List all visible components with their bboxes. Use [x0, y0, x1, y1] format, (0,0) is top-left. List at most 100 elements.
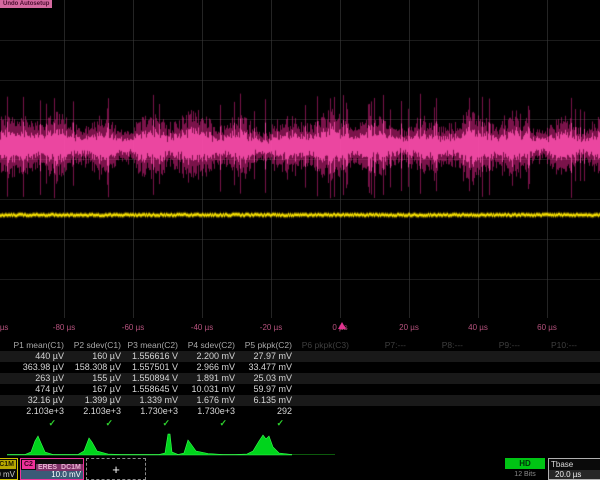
parameter-header[interactable]: P10:--- — [520, 340, 577, 351]
undo-autosetup-badge[interactable]: Undo Autosetup — [0, 0, 52, 8]
hd-mode-badge[interactable]: HD — [505, 458, 545, 469]
parameter-value — [463, 362, 520, 373]
timebase-label: Tbase — [549, 459, 600, 470]
parameter-value — [520, 351, 577, 362]
parameter-value — [577, 373, 600, 384]
parameter-value: 1.730e+3 — [178, 406, 235, 417]
parameter-value-row: 440 µV160 µV1.556616 V2.200 mV27.97 mV — [0, 351, 600, 362]
parameter-value: 1.676 mV — [178, 395, 235, 406]
parameter-status-check — [349, 417, 406, 429]
parameter-value: 25.03 mV — [235, 373, 292, 384]
parameter-value — [349, 373, 406, 384]
parameter-value: 33.477 mV — [235, 362, 292, 373]
parameter-value — [406, 351, 463, 362]
parameter-value — [577, 384, 600, 395]
parameter-status-check: ✓ — [121, 417, 178, 429]
c2-channel-badge: C2 — [22, 460, 35, 469]
parameter-histicon — [7, 430, 64, 457]
parameter-value — [577, 362, 600, 373]
parameter-value — [349, 406, 406, 417]
c1-scale-value: 0 mV — [0, 470, 17, 479]
parameter-status-check — [577, 417, 600, 429]
axis-tick-label: 60 µs — [537, 323, 557, 332]
parameter-value: 1.339 mV — [121, 395, 178, 406]
parameter-value — [406, 373, 463, 384]
parameter-value — [406, 362, 463, 373]
parameter-value — [463, 351, 520, 362]
parameter-header[interactable]: P2 sdev(C1) — [64, 340, 121, 351]
parameter-status-check — [520, 417, 577, 429]
measurement-table: P1 mean(C1)P2 sdev(C1)P3 mean(C2)P4 sdev… — [0, 340, 600, 429]
parameter-status-check: ✓ — [64, 417, 121, 429]
parameter-value — [463, 384, 520, 395]
resolution-label: 12 Bits — [505, 471, 545, 478]
timebase-value: 20.0 µs — [549, 470, 600, 479]
parameter-value: 263 µV — [7, 373, 64, 384]
axis-tick-label: -100 µs — [0, 323, 8, 332]
parameter-histicon — [235, 430, 292, 457]
parameter-value: 2.200 mV — [178, 351, 235, 362]
parameter-value — [577, 351, 600, 362]
parameter-header[interactable]: P8:--- — [406, 340, 463, 351]
parameter-value: 363.98 µV — [7, 362, 64, 373]
timebase-descriptor[interactable]: Tbase 20.0 µs — [548, 458, 600, 480]
parameter-value: 2.966 mV — [178, 362, 235, 373]
parameter-value — [463, 406, 520, 417]
c2-scale-value: 10.0 mV — [21, 470, 83, 479]
parameter-value — [520, 406, 577, 417]
parameter-value — [520, 395, 577, 406]
parameter-value: 160 µV — [64, 351, 121, 362]
parameter-value: 2.103e+3 — [64, 406, 121, 417]
parameter-value: 155 µV — [64, 373, 121, 384]
parameter-histicon — [121, 430, 178, 457]
parameter-value-row: 263 µV155 µV1.550894 V1.891 mV25.03 mV — [0, 373, 600, 384]
parameter-header[interactable]: P11:--- — [577, 340, 600, 351]
parameter-value: 1.557501 V — [121, 362, 178, 373]
parameter-value — [292, 373, 349, 384]
parameter-value: 10.031 mV — [178, 384, 235, 395]
parameter-value — [520, 384, 577, 395]
parameter-header[interactable]: P3 mean(C2) — [121, 340, 178, 351]
parameter-value: 32.16 µV — [7, 395, 64, 406]
parameter-value — [292, 351, 349, 362]
waveform-display — [0, 0, 600, 318]
parameter-status-check — [406, 417, 463, 429]
parameter-value-row: 2.103e+32.103e+31.730e+31.730e+3292 — [0, 406, 600, 417]
parameter-value: 27.97 mV — [235, 351, 292, 362]
parameter-value — [349, 362, 406, 373]
parameter-value — [292, 384, 349, 395]
parameter-header[interactable]: P7:--- — [349, 340, 406, 351]
parameter-status-check: ✓ — [235, 417, 292, 429]
parameter-value — [406, 395, 463, 406]
add-trace-button[interactable]: + — [86, 458, 146, 480]
parameter-status-check: ✓ — [7, 417, 64, 429]
parameter-value — [349, 395, 406, 406]
trigger-position-marker[interactable] — [338, 322, 346, 329]
parameter-header[interactable]: P5 pkpk(C2) — [235, 340, 292, 351]
parameter-value: 1.550894 V — [121, 373, 178, 384]
parameter-value: 1.730e+3 — [121, 406, 178, 417]
parameter-value — [520, 362, 577, 373]
axis-tick-label: 20 µs — [399, 323, 419, 332]
axis-tick-label: -40 µs — [191, 323, 213, 332]
descriptor-bar: DC1M 0 mV C2 ERESDC1M 10.0 mV + HD 12 Bi… — [0, 458, 600, 480]
parameter-header[interactable]: P1 mean(C1) — [7, 340, 64, 351]
parameter-value — [292, 362, 349, 373]
channel-c1-descriptor[interactable]: DC1M 0 mV — [0, 458, 18, 480]
parameter-value-row: 363.98 µV158.308 µV1.557501 V2.966 mV33.… — [0, 362, 600, 373]
parameter-value: 474 µV — [7, 384, 64, 395]
parameter-status-check-row: ✓✓✓✓✓ — [0, 417, 600, 429]
oscilloscope-screen: Undo Autosetup -100 µs-80 µs-60 µs-40 µs… — [0, 0, 600, 480]
time-axis: -100 µs-80 µs-60 µs-40 µs-20 µs0 µs20 µs… — [0, 319, 600, 336]
parameter-histicon — [178, 430, 235, 457]
parameter-value: 167 µV — [64, 384, 121, 395]
axis-tick-label: 40 µs — [468, 323, 488, 332]
parameter-value: 1.556616 V — [121, 351, 178, 362]
parameter-header[interactable]: P4 sdev(C2) — [178, 340, 235, 351]
parameter-histicon — [64, 430, 121, 457]
channel-c2-descriptor[interactable]: C2 ERESDC1M 10.0 mV — [20, 458, 84, 480]
parameter-value — [577, 406, 600, 417]
parameter-value — [292, 406, 349, 417]
parameter-header[interactable]: P6 pkpk(C3) — [292, 340, 349, 351]
parameter-header[interactable]: P9:--- — [463, 340, 520, 351]
